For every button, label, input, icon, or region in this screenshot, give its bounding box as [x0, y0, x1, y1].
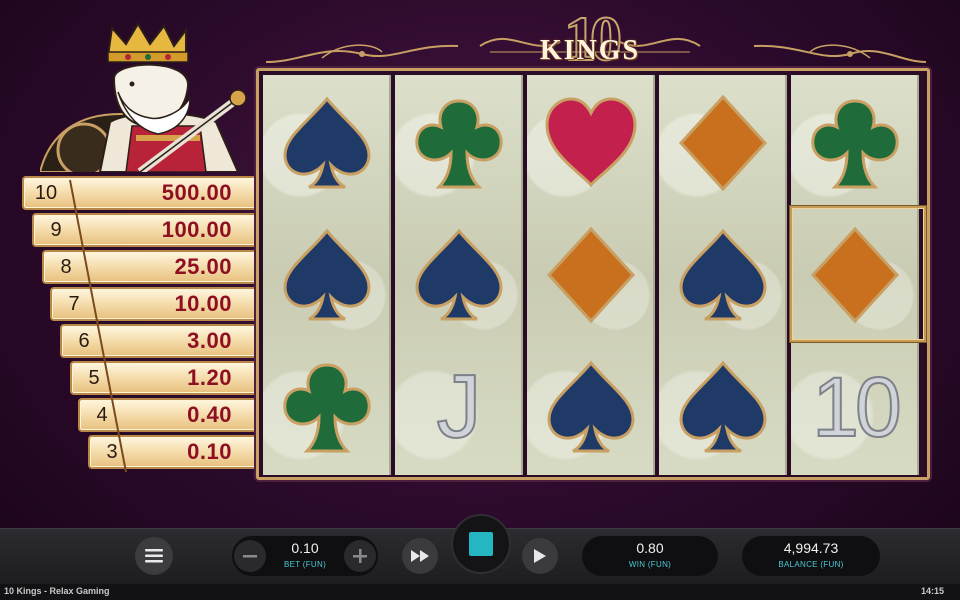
paytable-value: 0.40 — [187, 402, 232, 427]
clock: 14:15 — [920, 586, 944, 596]
win-display: 0.80 WIN (FUN) — [582, 536, 718, 576]
paytable-value: 500.00 — [161, 180, 232, 205]
game-logo: 10 KINGS — [470, 6, 710, 72]
paytable-row: 7 10.00 — [50, 287, 262, 321]
play-icon — [534, 549, 546, 563]
paytable-count: 7 — [68, 293, 80, 315]
paytable-count: 6 — [78, 330, 90, 352]
paytable-count: 4 — [96, 404, 108, 426]
paytable-value: 100.00 — [161, 217, 232, 242]
win-label: WIN (FUN) — [628, 560, 672, 569]
fast-forward-icon — [411, 550, 429, 562]
balance-label: BALANCE (FUN) — [778, 560, 844, 569]
hamburger-icon — [145, 549, 163, 563]
reel-symbol — [659, 209, 787, 341]
paytable-row: 9 100.00 — [32, 213, 262, 247]
spade-icon — [547, 360, 635, 453]
paytable-row: 5 1.20 — [70, 361, 262, 395]
balance-value: 4,994.73 — [783, 540, 839, 556]
reel-symbol — [263, 341, 391, 473]
reel-symbol — [395, 77, 523, 209]
paytable-row: 6 3.00 — [60, 324, 262, 358]
paytable-count: 5 — [88, 367, 100, 389]
reel-symbol: J — [395, 341, 523, 473]
club-icon — [811, 99, 899, 189]
footer-title: 10 Kings - Relax Gaming — [4, 586, 110, 596]
reel-symbol — [527, 341, 655, 473]
spade-icon — [415, 228, 503, 321]
paytable-count: 9 — [50, 219, 62, 241]
menu-button[interactable] — [135, 537, 173, 575]
stop-icon — [469, 532, 493, 556]
turbo-button[interactable] — [402, 538, 438, 574]
reel-2: J — [395, 75, 523, 475]
diamond-icon — [678, 94, 768, 192]
autoplay-button[interactable] — [522, 538, 558, 574]
logo-word: KINGS — [539, 35, 641, 66]
right-flourish — [753, 44, 927, 63]
paytable-value: 0.10 — [187, 439, 232, 464]
paytable-count: 10 — [34, 182, 58, 204]
reel-symbol — [263, 209, 391, 341]
reel-symbol — [791, 77, 919, 209]
balance-display: 4,994.73 BALANCE (FUN) — [742, 536, 880, 576]
reel-symbol — [659, 341, 787, 473]
spade-icon — [283, 228, 371, 321]
reel-symbol: 10 — [791, 341, 919, 473]
game-area: 10 KINGS 10 500.00 9 100.00 8 25.00 7 10… — [0, 0, 960, 528]
paytable-value: 25.00 — [174, 254, 232, 279]
paytable-count: 3 — [106, 441, 118, 463]
club-icon — [415, 99, 503, 189]
plus-icon — [353, 549, 367, 563]
reel-1 — [263, 75, 391, 475]
footer-bar: 10 Kings - Relax Gaming 14:15 — [0, 584, 960, 600]
left-flourish — [265, 44, 459, 63]
paytable: 10 500.00 9 100.00 8 25.00 7 10.00 6 3.0… — [18, 172, 266, 478]
paytable-value: 10.00 — [174, 291, 232, 316]
reel-symbol — [527, 77, 655, 209]
win-value: 0.80 — [636, 540, 664, 556]
king-portrait — [40, 22, 247, 172]
bet-increase-button[interactable] — [344, 540, 376, 572]
club-icon — [283, 363, 371, 453]
reel-4 — [659, 75, 787, 475]
paytable-count: 8 — [60, 256, 72, 278]
reel-symbol — [263, 77, 391, 209]
paytable-row: 8 25.00 — [42, 250, 262, 284]
reel-symbol — [527, 209, 655, 341]
paytable-row: 10 500.00 — [22, 176, 262, 210]
stop-spin-button[interactable] — [451, 514, 511, 574]
paytable-value: 1.20 — [187, 365, 232, 390]
diamond-icon — [546, 226, 636, 324]
bet-control: 0.10 BET (FUN) — [232, 536, 378, 576]
paytable-row: 3 0.10 — [88, 435, 262, 469]
spade-icon — [679, 228, 767, 321]
heart-icon — [545, 97, 637, 188]
reel-symbol — [395, 209, 523, 341]
reel-symbol — [659, 77, 787, 209]
paytable-row: 4 0.40 — [78, 398, 262, 432]
symbol-10: 10 — [811, 359, 902, 455]
reel-3 — [527, 75, 655, 475]
paytable-value: 3.00 — [187, 328, 232, 353]
win-highlight — [790, 206, 926, 342]
spade-icon — [283, 96, 371, 189]
symbol-j: J — [436, 356, 483, 458]
spade-icon — [679, 360, 767, 453]
